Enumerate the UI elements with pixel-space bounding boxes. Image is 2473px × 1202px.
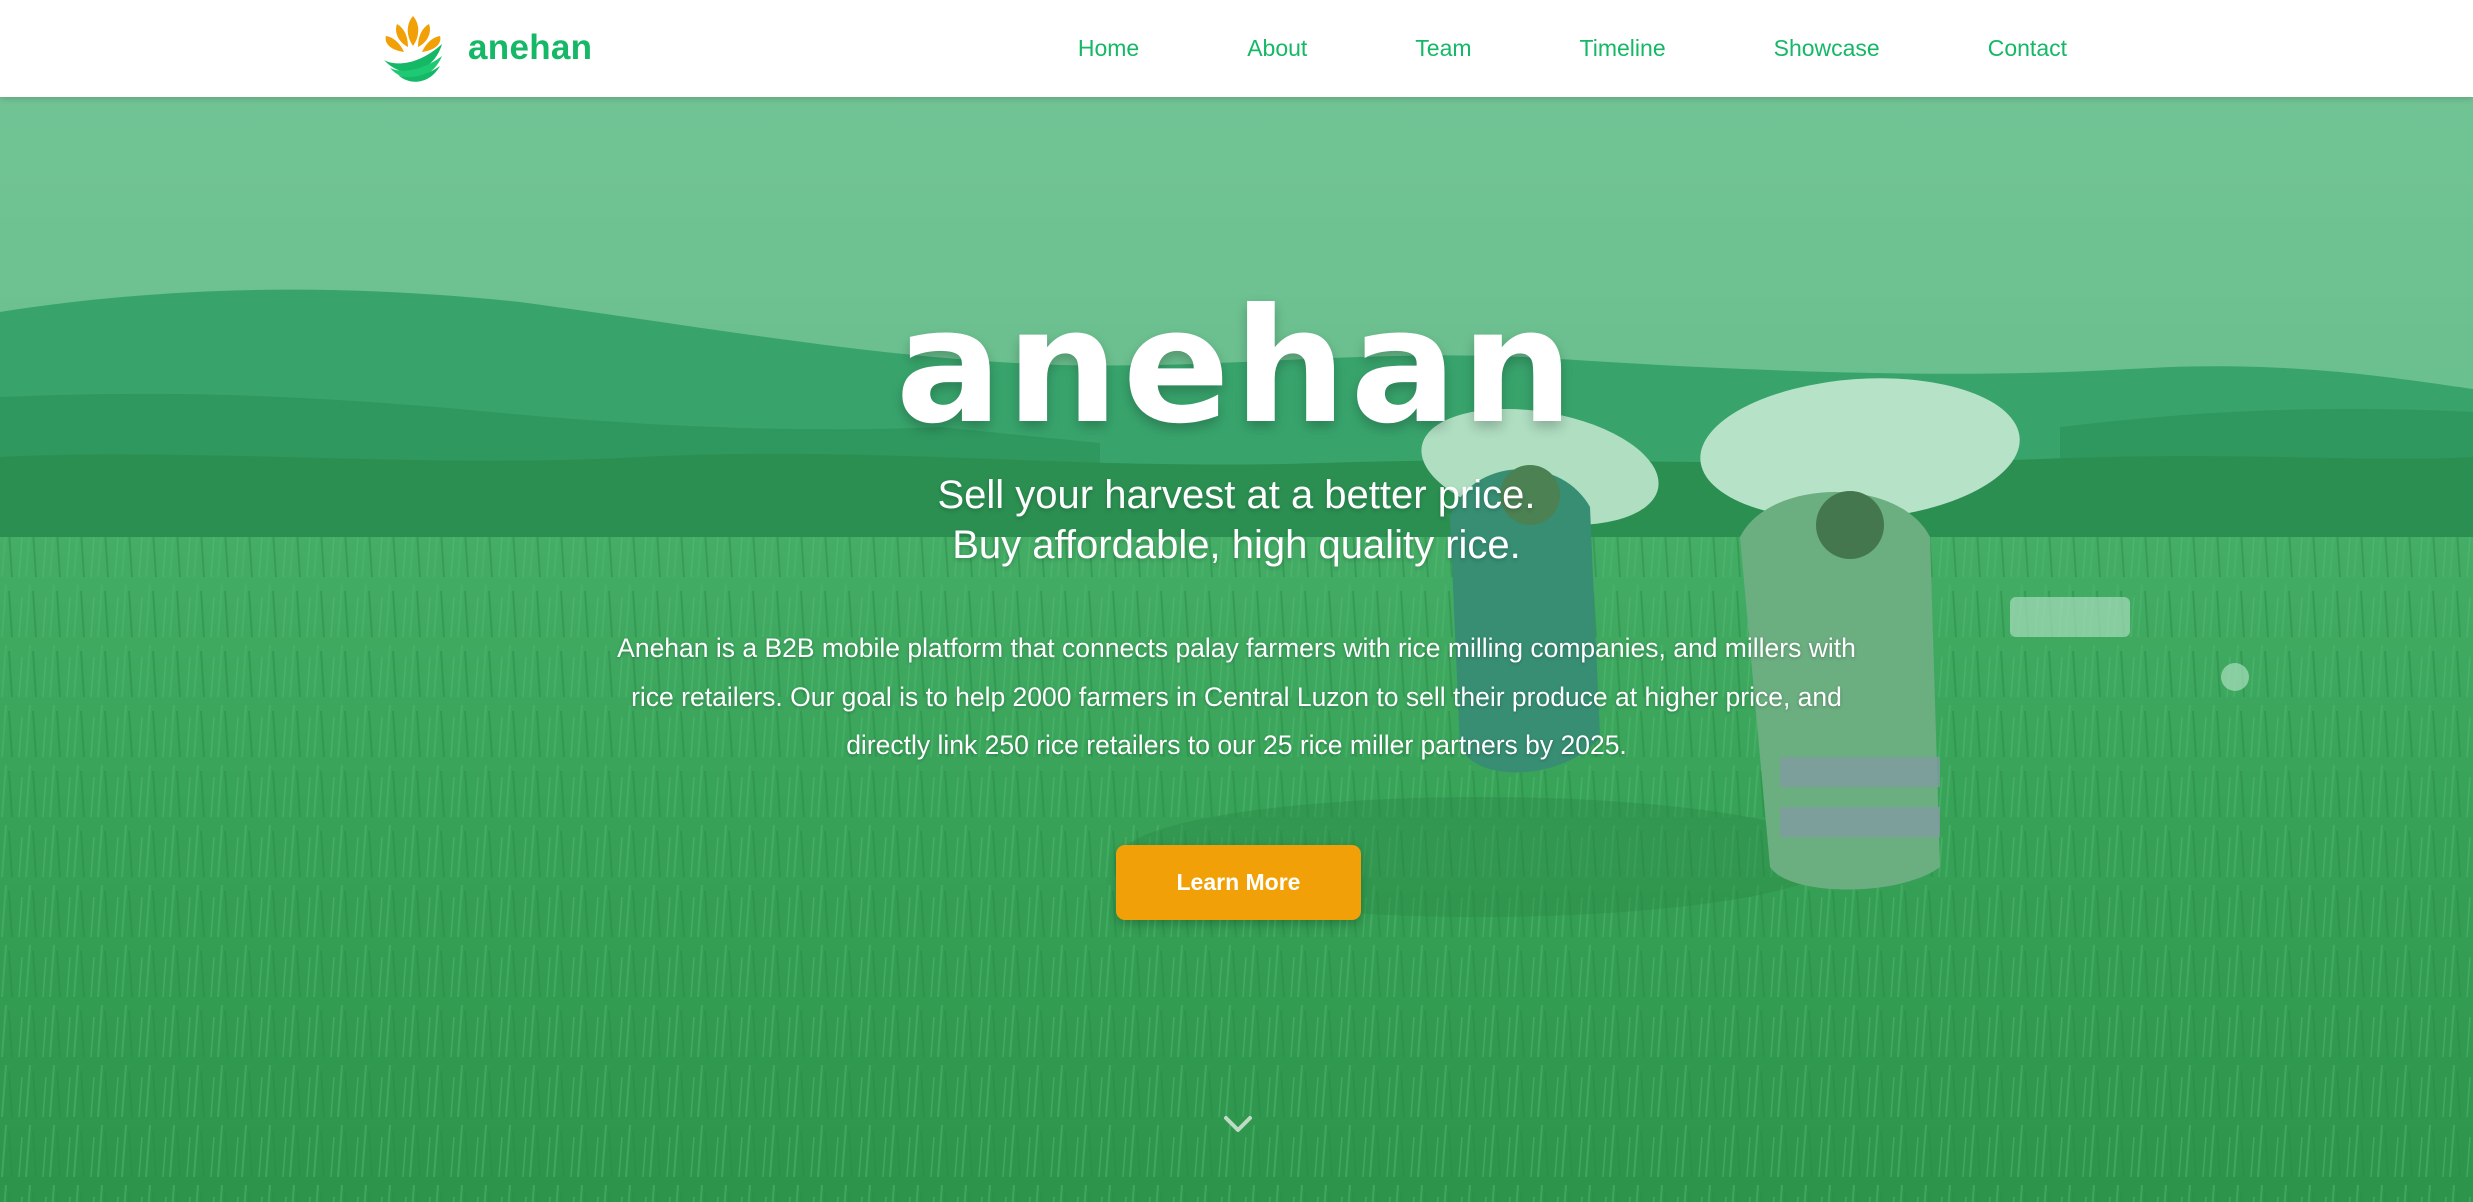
rice-sprout-logo-icon (384, 16, 442, 82)
nav-link-about[interactable]: About (1247, 35, 1307, 62)
nav-link-showcase[interactable]: Showcase (1774, 35, 1880, 62)
top-navbar: anehan Home About Team Timeline Showcase… (0, 0, 2473, 97)
brand-name: anehan (468, 28, 593, 67)
hero-tagline-line1: Sell your harvest at a better price. (937, 473, 1536, 517)
learn-more-button[interactable]: Learn More (1116, 845, 1361, 920)
hero-content: anehan Sell your harvest at a better pri… (0, 97, 2473, 1202)
hero-title: anehan (895, 275, 1578, 459)
chevron-down-icon[interactable] (1222, 1114, 1254, 1136)
nav-link-home[interactable]: Home (1078, 35, 1139, 62)
nav-link-contact[interactable]: Contact (1988, 35, 2067, 62)
nav-link-timeline[interactable]: Timeline (1580, 35, 1666, 62)
brand-home-link[interactable]: anehan (380, 10, 592, 86)
hero-tagline-line2: Buy affordable, high quality rice. (952, 523, 1521, 567)
nav-link-team[interactable]: Team (1415, 35, 1471, 62)
hero-tagline: Sell your harvest at a better price. Buy… (0, 470, 2473, 570)
hero-description: Anehan is a B2B mobile platform that con… (617, 633, 1856, 760)
main-nav: Home About Team Timeline Showcase Contac… (1078, 0, 2067, 97)
hero-section: anehan Sell your harvest at a better pri… (0, 97, 2473, 1202)
